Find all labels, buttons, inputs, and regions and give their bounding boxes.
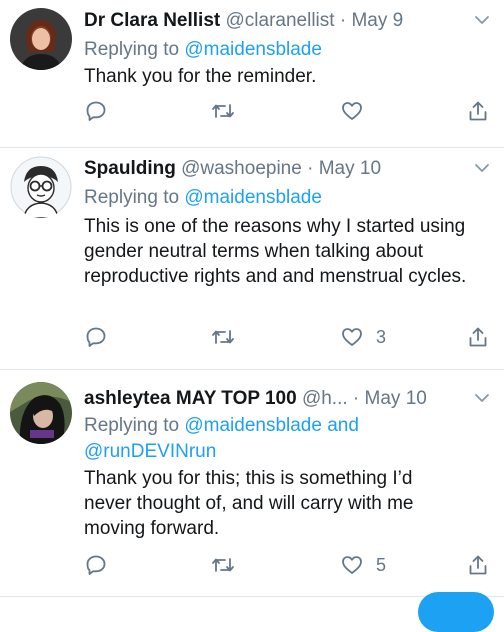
share-button[interactable] [466,324,490,350]
tweet-text: Thank you for the reminder. [84,66,317,87]
user-handle[interactable]: @h... [302,388,348,409]
display-name[interactable]: Dr Clara Nellist [84,10,220,31]
share-button[interactable] [466,98,490,124]
like-count: 3 [376,326,387,347]
avatar[interactable] [10,8,72,70]
tweet-actions: 3 [84,324,490,350]
like-button[interactable] [340,98,376,124]
tweet[interactable]: Dr Clara Nellist @claranellist · May 9 R… [0,0,504,148]
retweet-icon [210,553,236,577]
chevron-down-icon[interactable] [472,158,492,178]
like-button[interactable]: 3 [340,324,386,350]
replying-to-prefix: Replying to [84,415,185,436]
tweet[interactable]: ashleytea MAY TOP 100 @h... · May 10 Rep… [0,370,504,596]
replying-to: Replying to @maidensblade [84,185,322,211]
retweet-button[interactable] [210,552,236,578]
heart-icon [340,99,364,123]
display-name[interactable]: ashleytea MAY TOP 100 [84,388,297,409]
reply-icon [84,99,108,123]
tweet-header: Spaulding @washoepine · May 10 [84,156,492,182]
tweet-date[interactable]: May 9 [351,10,403,31]
tweet-text: This is one of the reasons why I started… [84,216,467,287]
compose-tweet-button[interactable] [418,592,494,632]
reply-icon [84,553,108,577]
separator-dot: · [307,158,314,179]
chevron-down-icon[interactable] [472,10,492,30]
retweet-icon [210,99,236,123]
user-handle[interactable]: @washoepine [181,158,302,179]
chevron-down-icon[interactable] [472,388,492,408]
retweet-icon [210,325,236,349]
reply-button[interactable] [84,552,108,578]
replying-to: Replying to @maidensblade [84,37,322,63]
reply-button[interactable] [84,98,108,124]
tweet-header: Dr Clara Nellist @claranellist · May 9 [84,8,492,34]
separator-dot: · [352,388,360,409]
replying-to-prefix: Replying to [84,39,185,60]
avatar[interactable] [10,382,72,444]
separator-dot: · [339,10,347,31]
avatar[interactable] [10,156,72,218]
share-icon [466,99,490,123]
tweet[interactable]: Spaulding @washoepine · May 10 Replying … [0,148,504,370]
share-icon [466,325,490,349]
heart-icon [340,553,364,577]
replying-to: Replying to @maidensblade and @runDEVINr… [84,413,384,465]
tweet-text: Thank you for this; this is something I’… [84,468,414,539]
like-button[interactable]: 5 [340,552,386,578]
retweet-button[interactable] [210,324,236,350]
tweet-date[interactable]: May 10 [319,158,381,179]
mention-link[interactable]: @maidensblade [184,187,322,208]
tweet-header: ashleytea MAY TOP 100 @h... · May 10 [84,386,492,412]
heart-icon [340,325,364,349]
tweet-date[interactable]: May 10 [365,388,427,409]
display-name[interactable]: Spaulding [84,158,176,179]
tweet-actions: 5 [84,552,490,578]
mention-link[interactable]: @maidensblade [184,39,322,60]
like-count: 5 [376,554,387,575]
tweet-actions [84,98,490,124]
retweet-button[interactable] [210,98,236,124]
share-icon [466,553,490,577]
reply-icon [84,325,108,349]
reply-button[interactable] [84,324,108,350]
share-button[interactable] [466,552,490,578]
user-handle[interactable]: @claranellist [226,10,335,31]
replying-to-prefix: Replying to [84,187,185,208]
